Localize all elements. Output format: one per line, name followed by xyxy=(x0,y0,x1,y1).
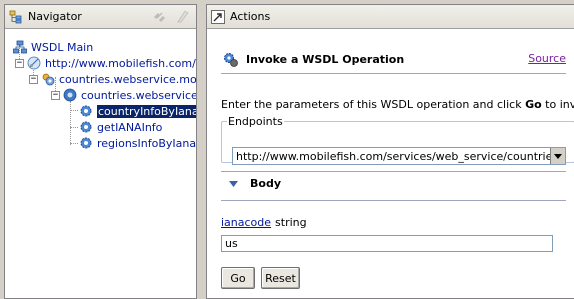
endpoints-label: Endpoints xyxy=(228,115,283,128)
navigator-title: Navigator xyxy=(28,10,82,23)
divider xyxy=(221,171,566,172)
endpoints-group: Endpoints http://www.mobilefish.com/serv… xyxy=(221,115,574,165)
source-link[interactable]: Source xyxy=(528,52,566,65)
wsdl-main-icon xyxy=(13,40,27,54)
operation-header: Invoke a WSDL Operation Source xyxy=(223,49,566,69)
tree-node-wsdl-main[interactable]: WSDL Main xyxy=(13,39,93,55)
tree-node-wsdl-url[interactable]: − http://www.mobilefish.com/services/web… xyxy=(15,55,196,71)
actions-panel: Actions Invoke a WSDL Operation Source E… xyxy=(206,4,574,299)
parameter-row: ianacode string xyxy=(221,216,307,229)
collapse-url-button[interactable]: − xyxy=(15,58,24,68)
operation-gear-icon xyxy=(79,136,93,150)
body-section-toggle[interactable]: Body xyxy=(229,177,281,190)
parameter-type: string xyxy=(275,216,307,229)
tree-label-wsdl-main: WSDL Main xyxy=(31,40,94,54)
tree-label-operation: regionsInfoByIana xyxy=(97,136,196,150)
tree-node-operation[interactable]: getIANAInfo xyxy=(79,119,162,135)
navigator-panel: Navigator WSDL Main − http://www.mobilef… xyxy=(4,4,197,299)
collapse-service-button[interactable]: − xyxy=(29,74,38,84)
clear-icon[interactable] xyxy=(175,9,190,24)
collapse-triangle-icon[interactable] xyxy=(229,177,238,190)
reset-button[interactable]: Reset xyxy=(261,267,300,289)
tree-node-operation[interactable]: regionsInfoByIana xyxy=(79,135,196,151)
divider xyxy=(221,200,566,201)
actions-icon xyxy=(211,9,225,24)
ianacode-input[interactable] xyxy=(221,235,553,252)
tree-label-operation: getIANAInfo xyxy=(97,120,163,134)
parameter-name-link[interactable]: ianacode xyxy=(221,216,271,229)
endpoint-select-value: http://www.mobilefish.com/services/web_s… xyxy=(236,149,550,163)
operation-gear-icon xyxy=(79,104,93,118)
tree-node-binding[interactable]: − countries.webservice.mobilefish.com xyxy=(51,87,196,103)
service-icon xyxy=(41,72,55,86)
collapse-binding-button[interactable]: − xyxy=(51,90,60,100)
link-icon[interactable] xyxy=(152,9,167,24)
tree-node-service[interactable]: − countries.webservice.mobilefish.com xyxy=(29,71,196,87)
operation-title: Invoke a WSDL Operation xyxy=(246,52,405,66)
navigator-header: Navigator xyxy=(5,5,196,29)
tree-label-operation: countryInfoByIana xyxy=(97,104,196,118)
tree-label-service: countries.webservice.mobilefish.com xyxy=(59,72,196,86)
invoke-icon xyxy=(223,52,238,67)
dropdown-arrow-icon[interactable] xyxy=(550,148,565,164)
tree-label-binding: countries.webservice.mobilefish.com xyxy=(81,88,196,102)
binding-icon xyxy=(63,88,77,102)
actions-header: Actions xyxy=(207,5,574,29)
navigator-icon xyxy=(9,10,23,24)
tree-node-operation[interactable]: countryInfoByIana xyxy=(79,103,196,119)
operation-gear-icon xyxy=(79,120,93,134)
endpoint-select[interactable]: http://www.mobilefish.com/services/web_s… xyxy=(232,147,566,165)
navigator-tree: WSDL Main − http://www.mobilefish.com/se… xyxy=(5,33,196,298)
go-button[interactable]: Go xyxy=(221,267,255,289)
wsdl-url-icon xyxy=(27,56,41,70)
actions-title: Actions xyxy=(230,10,271,23)
instructions-text: Enter the parameters of this WSDL operat… xyxy=(221,98,574,111)
tree-label-wsdl-url: http://www.mobilefish.com/services/web_s… xyxy=(45,56,196,70)
divider xyxy=(221,73,566,74)
body-section-title: Body xyxy=(250,177,281,190)
